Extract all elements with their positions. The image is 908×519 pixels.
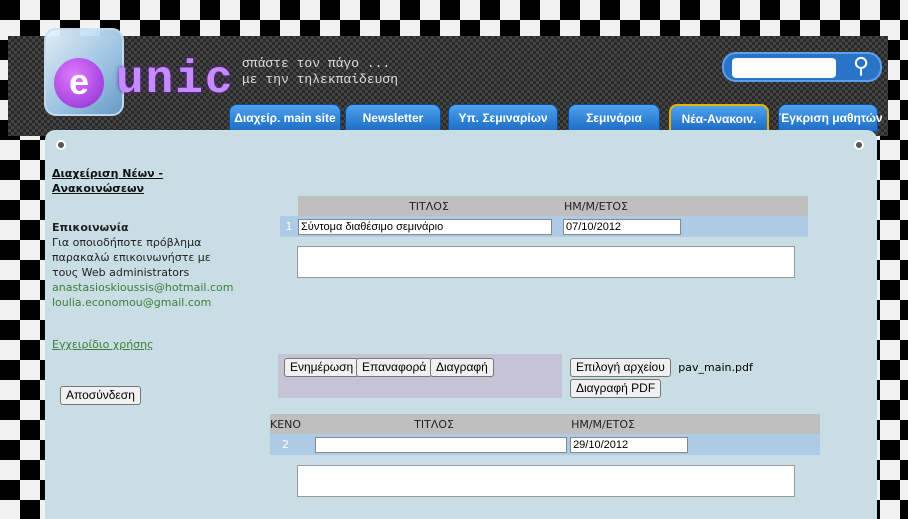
body-textarea-1[interactable] [297,246,795,278]
logout-button[interactable]: Αποσύνδεση [60,386,141,405]
logo[interactable]: e unic [36,28,236,118]
logo-e: e [54,58,104,108]
sidebar: Διαχείριση Νέων - Ανακοινώσεων Επικοινων… [52,166,272,351]
tab-seminar-candidates[interactable]: Υπ. Σεμιναρίων [448,104,558,132]
search-box: ⚲ [722,52,882,82]
sidebar-title[interactable]: Διαχείριση Νέων - Ανακοινώσεων [52,166,172,196]
file-name: pav_main.pdf [678,361,753,374]
record-table-1: ΤΙΤΛΟΣ ΗΜ/Μ/ΕΤΟΣ 1 [280,196,808,237]
header-empty: ΚΕΝΟ [270,414,302,434]
body-textarea-2[interactable] [297,465,795,497]
delete-pdf-button[interactable]: Διαγραφή PDF [570,379,662,398]
date-input[interactable] [570,436,689,453]
panel-corner-left [56,140,66,150]
contact-block: Επικοινωνία Για οποιοδήποτε πρόβλημα παρ… [52,220,252,310]
header-blank [280,196,298,216]
date-input[interactable] [563,218,681,235]
slogan-line-1: σπάστε τον πάγο ... [242,56,391,71]
header-date: ΗΜ/Μ/ΕΤΟΣ [567,414,820,434]
slogan-line-2: με την τηλεκπαίδευση [242,72,399,87]
header-title: ΤΙΤΛΟΣ [298,196,560,216]
logo-text: unic [116,54,235,106]
update-button[interactable]: Ενημέρωση [284,358,360,377]
action-area: Ενημέρωση Επαναφορά Διαγραφή [278,354,562,398]
row-number: 1 [280,216,298,237]
header-title: ΤΙΤΛΟΣ [301,414,568,434]
record-table-2: ΚΕΝΟ ΤΙΤΛΟΣ ΗΜ/Μ/ΕΤΟΣ 2 [270,414,820,455]
tab-seminars[interactable]: Σεμινάρια [568,104,660,132]
delete-button[interactable]: Διαγραφή [430,358,494,377]
header-date: ΗΜ/Μ/ΕΤΟΣ [560,196,808,216]
email-link-2[interactable]: loulia.economou@gmail.com [52,295,252,310]
title-input[interactable] [315,436,568,453]
search-input[interactable] [732,58,836,78]
panel-corner-right [854,140,864,150]
tab-news-announcements[interactable]: Νέα-Ανακοιν. [669,104,769,132]
contact-text: Για οποιοδήποτε πρόβλημα παρακαλώ επικοι… [52,236,211,279]
slogan: σπάστε τον πάγο ... με την τηλεκπαίδευση [242,56,398,88]
email-link-1[interactable]: anastasioskioussis@hotmail.com [52,280,252,295]
row-number: 2 [270,434,302,455]
title-input[interactable] [298,218,552,235]
search-icon[interactable]: ⚲ [846,56,876,80]
choose-file-button[interactable]: Επιλογή αρχείου [570,358,671,377]
tab-main-site[interactable]: Διαχείρ. main site [229,104,341,132]
tab-newsletter[interactable]: Newsletter [345,104,441,132]
contact-heading: Επικοινωνία [52,221,129,234]
manual-link[interactable]: Εγχειρίδιο χρήσης [52,338,154,351]
reset-button[interactable]: Επαναφορά [356,358,433,377]
file-area: Επιλογή αρχείου pav_main.pdf Διαγραφή PD… [570,358,753,398]
tab-student-approval[interactable]: Έγκριση μαθητών [778,104,883,132]
